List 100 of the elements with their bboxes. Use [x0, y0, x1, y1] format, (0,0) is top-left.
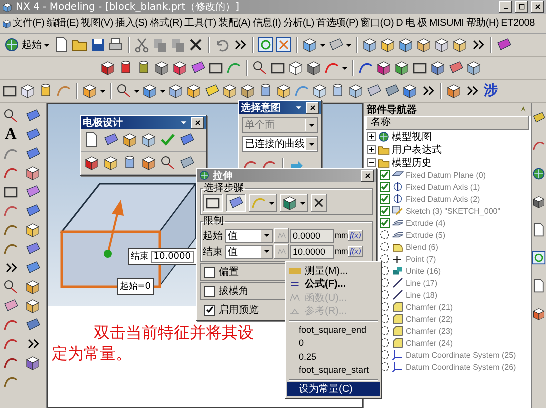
- surface-icon[interactable]: [3, 298, 19, 314]
- tree-item[interactable]: Line (17): [406, 278, 438, 288]
- curve-icon[interactable]: [532, 139, 546, 153]
- menu-item[interactable]: 装配(A): [217, 16, 252, 30]
- tree-item[interactable]: Fixed Datum Plane (0): [406, 170, 486, 180]
- surface-icon[interactable]: [25, 184, 41, 200]
- menu-arrow-icon[interactable]: [180, 118, 188, 126]
- cube-icon[interactable]: [430, 60, 446, 76]
- cube-icon[interactable]: [302, 37, 318, 53]
- menu-item[interactable]: 0: [287, 336, 380, 350]
- cube-icon[interactable]: [306, 60, 322, 76]
- surface-icon[interactable]: [179, 155, 195, 171]
- surface-icon[interactable]: [25, 146, 41, 162]
- function-button[interactable]: f(x): [348, 246, 364, 257]
- menu-item[interactable]: 设为常量(C): [287, 382, 380, 396]
- cube-icon[interactable]: [25, 222, 41, 238]
- menu-item[interactable]: 信息(I): [252, 16, 282, 30]
- checkbox[interactable]: [380, 194, 390, 204]
- checkbox[interactable]: [380, 182, 390, 192]
- cube-icon[interactable]: [20, 83, 36, 99]
- unchecked-circle-icon[interactable]: [380, 290, 390, 300]
- document-icon[interactable]: [54, 37, 70, 53]
- tree-item[interactable]: Unite (16): [406, 266, 442, 276]
- tree-item[interactable]: 用户表达式: [392, 142, 442, 156]
- checkbox[interactable]: [380, 218, 390, 228]
- cube-icon[interactable]: [186, 83, 202, 99]
- cube-icon[interactable]: [434, 37, 450, 53]
- tree-item[interactable]: Datum Coordinate System (25): [406, 350, 516, 360]
- cube-icon[interactable]: [416, 37, 432, 53]
- tree-item[interactable]: Point (7): [406, 254, 436, 264]
- tree-item[interactable]: Datum Coordinate System (26): [406, 362, 516, 372]
- value-field[interactable]: 10.0000: [290, 244, 334, 258]
- checkbox[interactable]: [204, 286, 215, 296]
- menu-item[interactable]: foot_square_end: [287, 323, 380, 336]
- cube-icon[interactable]: [25, 164, 41, 180]
- cube-icon[interactable]: [240, 83, 256, 99]
- menu-item[interactable]: foot_square_start: [287, 364, 380, 377]
- cube-icon[interactable]: [466, 60, 482, 76]
- surface-icon[interactable]: [448, 60, 464, 76]
- step-button[interactable]: [203, 194, 223, 212]
- close-button[interactable]: [306, 102, 319, 114]
- maximize-icon[interactable]: [518, 3, 526, 11]
- close-button[interactable]: [191, 116, 204, 128]
- checkbox[interactable]: [204, 304, 215, 316]
- text-tool[interactable]: A: [5, 126, 17, 142]
- surface-icon[interactable]: [384, 83, 400, 99]
- menu-item[interactable]: 工具(T): [184, 16, 218, 30]
- formula-button[interactable]: [274, 244, 289, 259]
- refresh-icon[interactable]: [258, 37, 274, 53]
- close-icon[interactable]: [194, 118, 202, 126]
- surface-icon[interactable]: [25, 202, 41, 218]
- menu-item[interactable]: 窗口(O): [360, 16, 396, 30]
- checkbox[interactable]: [380, 206, 390, 216]
- menu-item[interactable]: D 电: [395, 16, 417, 30]
- collapse-icon[interactable]: [366, 158, 376, 167]
- expand-icon[interactable]: [366, 132, 376, 141]
- menu-item[interactable]: 测量(M)...: [287, 264, 380, 278]
- unchecked-circle-icon[interactable]: [380, 230, 390, 240]
- cube-icon[interactable]: [376, 60, 392, 76]
- fit-view-icon[interactable]: [276, 37, 292, 53]
- close-icon[interactable]: [308, 104, 316, 112]
- start-button[interactable]: 起始: [2, 36, 52, 54]
- surface-icon[interactable]: [532, 111, 546, 125]
- surface-icon[interactable]: [25, 316, 41, 332]
- surface-icon[interactable]: [190, 60, 206, 76]
- minimize-button[interactable]: [499, 1, 512, 13]
- tree-item[interactable]: Chamfer (21): [406, 302, 454, 312]
- cube-icon[interactable]: [288, 60, 304, 76]
- cube-icon[interactable]: [446, 83, 462, 99]
- surface-icon[interactable]: [25, 108, 41, 124]
- tree-item[interactable]: Fixed Datum Axis (2): [406, 194, 480, 204]
- menu-item[interactable]: 编辑(E): [46, 16, 80, 30]
- tree-item[interactable]: 模型视图: [392, 130, 432, 144]
- surface-icon[interactable]: [366, 83, 382, 99]
- printer-icon[interactable]: [108, 37, 124, 53]
- tree-item[interactable]: Chamfer (22): [406, 314, 454, 324]
- maximize-button[interactable]: [515, 1, 528, 13]
- unchecked-circle-icon[interactable]: [380, 314, 390, 324]
- menu-item[interactable]: 视图(V): [80, 16, 114, 30]
- unchecked-circle-icon[interactable]: [380, 326, 390, 336]
- cube-icon[interactable]: [82, 83, 98, 99]
- surface-icon[interactable]: [103, 132, 119, 148]
- menu-item[interactable]: 文件(F): [12, 16, 46, 30]
- surface-icon[interactable]: [25, 240, 41, 256]
- expand-icon[interactable]: [366, 145, 376, 154]
- cube-icon[interactable]: [103, 155, 119, 171]
- end-value-field[interactable]: 10.0000: [150, 250, 194, 262]
- close-button[interactable]: [361, 170, 374, 182]
- cube-icon[interactable]: [172, 60, 188, 76]
- menu-item[interactable]: MISUMI: [428, 16, 466, 30]
- step-button[interactable]: [226, 194, 246, 212]
- menu-arrow-icon[interactable]: [295, 104, 303, 112]
- unchecked-circle-icon[interactable]: [380, 362, 390, 372]
- limit-type-dropdown[interactable]: 值: [225, 228, 273, 242]
- cube-icon[interactable]: [141, 155, 157, 171]
- unchecked-circle-icon[interactable]: [380, 302, 390, 312]
- save-icon[interactable]: [90, 37, 106, 53]
- cube-icon[interactable]: [84, 155, 100, 171]
- surface-icon[interactable]: [328, 37, 344, 53]
- cube-icon[interactable]: [276, 83, 292, 99]
